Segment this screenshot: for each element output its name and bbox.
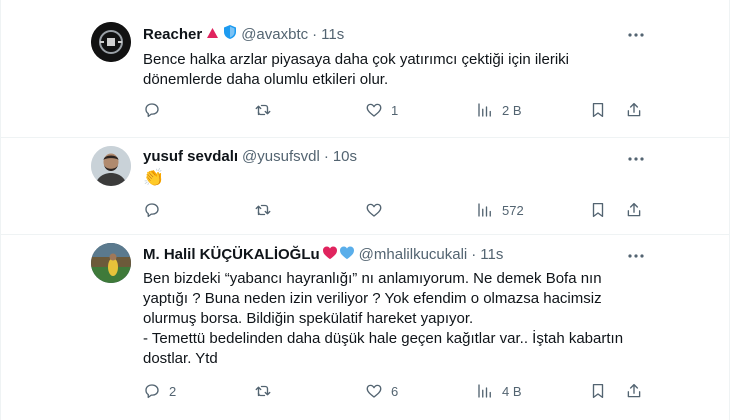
avatar[interactable] (91, 146, 131, 186)
timestamp[interactable]: 11s (480, 246, 503, 263)
bookmark-icon (592, 102, 604, 118)
share-button[interactable] (625, 100, 643, 120)
heart-icon (366, 384, 382, 398)
tweet-actions: 2 6 4 B (143, 381, 643, 401)
tweet-text-line: olurmuş borsa. Bildiğin spekülatif harek… (143, 310, 474, 327)
tweet[interactable]: Reacher @avaxbtc · 11s Bence halka arzla… (1, 0, 729, 138)
more-options-icon[interactable] (625, 245, 647, 267)
like-button[interactable] (365, 200, 391, 220)
reply-icon (145, 103, 159, 118)
views-count: 4 B (502, 383, 522, 399)
share-button[interactable] (625, 381, 643, 401)
display-name[interactable]: yusuf sevdalı (143, 148, 238, 165)
views-count: 2 B (502, 102, 522, 118)
views-button[interactable]: 572 (476, 200, 524, 220)
like-count: 6 (391, 383, 399, 399)
tweet[interactable]: yusuf sevdalı @yusufsvdl · 10s 👏 572 (1, 138, 729, 235)
reply-count: 2 (169, 383, 177, 399)
retweet-icon (255, 385, 271, 397)
tweet-feed: Reacher @avaxbtc · 11s Bence halka arzla… (0, 0, 730, 420)
share-icon (627, 383, 641, 398)
timestamp[interactable]: 11s (321, 26, 344, 43)
tweet-text-line: - Temettü bedelinden daha düşük hale geç… (143, 330, 624, 347)
tweet-text-line: yaptığı ? Buna neden izin veriliyor ? Yo… (143, 290, 602, 307)
tweet-text-line: dostlar. Ytd (143, 350, 218, 367)
reply-button[interactable] (143, 100, 169, 120)
reply-button[interactable]: 2 (143, 381, 176, 401)
share-icon (627, 202, 641, 217)
tweet-text: 👏 (143, 168, 649, 188)
dark-logo-icon (91, 22, 131, 62)
bookmark-icon (592, 383, 604, 399)
display-name[interactable]: Reacher (143, 26, 202, 43)
user-handle[interactable]: @avaxbtc (241, 26, 308, 43)
tweet-actions: 572 (143, 200, 643, 220)
retweet-icon (255, 104, 271, 116)
analytics-icon (478, 103, 491, 117)
tweet-header: Reacher @avaxbtc · 11s (143, 24, 344, 44)
share-icon (627, 102, 641, 117)
tweet-text: Ben bizdeki “yabancı hayranlığı” nı anla… (143, 269, 649, 369)
more-options-icon[interactable] (625, 24, 647, 46)
separator: · (312, 25, 318, 43)
blue-heart-icon (339, 245, 355, 264)
tweet-header: M. Halil KÜÇÜKALİOĞLu @mhalilkucukali · … (143, 245, 503, 264)
reply-button[interactable] (143, 200, 169, 220)
timestamp[interactable]: 10s (333, 148, 357, 165)
avatar[interactable] (91, 22, 131, 62)
bookmark-icon (592, 202, 604, 218)
tweet[interactable]: M. Halil KÜÇÜKALİOĞLu @mhalilkucukali · … (1, 235, 729, 420)
person-photo-icon (91, 146, 131, 186)
share-button[interactable] (625, 200, 643, 220)
avatar[interactable] (91, 243, 131, 283)
retweet-icon (255, 204, 271, 216)
red-triangle-icon (206, 26, 219, 43)
user-handle[interactable]: @mhalilkucukali (359, 246, 468, 263)
analytics-icon (478, 384, 491, 398)
blue-shield-icon (223, 24, 237, 44)
bookmark-button[interactable] (589, 100, 607, 120)
like-count: 1 (391, 102, 399, 118)
views-button[interactable]: 4 B (476, 381, 522, 401)
clapping-hands-emoji: 👏 (143, 168, 165, 187)
bookmark-button[interactable] (589, 200, 607, 220)
tweet-text: Bence halka arzlar piyasaya daha çok yat… (143, 50, 649, 90)
display-name[interactable]: M. Halil KÜÇÜKALİOĞLu (143, 246, 320, 263)
like-button[interactable]: 1 (365, 100, 398, 120)
like-button[interactable]: 6 (365, 381, 398, 401)
heart-icon (366, 103, 382, 117)
tweet-header: yusuf sevdalı @yusufsvdl · 10s (143, 148, 357, 165)
red-heart-icon (322, 245, 338, 264)
retweet-button[interactable] (254, 200, 280, 220)
tweet-text-line: dönemlerde daha olumlu etkileri olur. (143, 71, 389, 88)
tweet-text-line: Bence halka arzlar piyasaya daha çok yat… (143, 51, 570, 68)
reply-icon (145, 384, 159, 399)
separator: · (323, 148, 329, 165)
reply-icon (145, 203, 159, 218)
bookmark-button[interactable] (589, 381, 607, 401)
analytics-icon (478, 203, 491, 217)
tweet-actions: 1 2 B (143, 100, 643, 120)
user-handle[interactable]: @yusufsvdl (242, 148, 320, 165)
more-options-icon[interactable] (625, 148, 647, 170)
views-button[interactable]: 2 B (476, 100, 522, 120)
retweet-button[interactable] (254, 100, 280, 120)
tweet-text-line: Ben bizdeki “yabancı hayranlığı” nı anla… (143, 270, 602, 287)
stadium-photo-icon (91, 243, 131, 283)
heart-icon (366, 203, 382, 217)
views-count: 572 (502, 202, 524, 218)
retweet-button[interactable] (254, 381, 280, 401)
separator: · (471, 246, 477, 263)
